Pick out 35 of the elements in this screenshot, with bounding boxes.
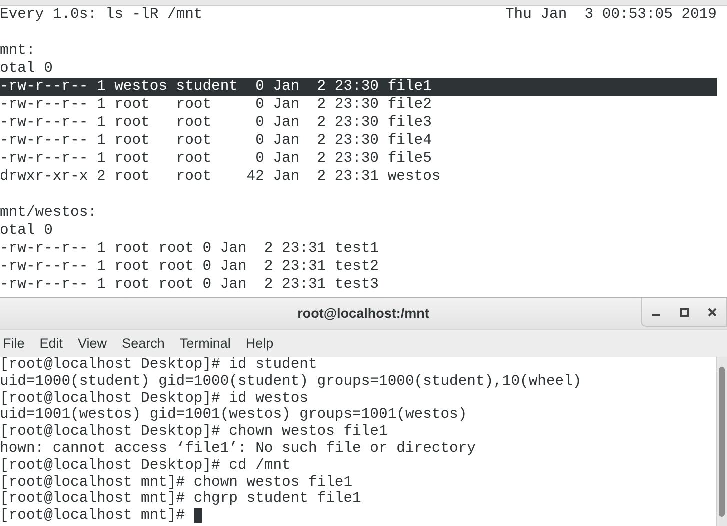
output-line: -rw-r--r-- 1 root root 0 Jan 2 23:31 test3 (0, 276, 379, 294)
output-line: -rw-r--r-- 1 root root 0 Jan 2 23:30 file2 (0, 96, 432, 114)
output-line: uid=1001(westos) gid=1001(westos) groups=1001(westos) (0, 407, 468, 424)
output-line: [root@localhost Desktop]# cd /mnt (0, 458, 291, 475)
output-line: -rw-r--r-- 1 root root 0 Jan 2 23:31 test1 (0, 240, 379, 258)
output-line: [root@localhost Desktop]# chown westos file1 (0, 424, 388, 441)
window-title: root@localhost:/mnt (298, 306, 430, 321)
output-line: -rw-r--r-- 1 root root 0 Jan 2 23:30 file4 (0, 132, 432, 150)
close-icon (708, 308, 716, 316)
menu-item[interactable]: Help (242, 336, 282, 351)
menu-item[interactable]: Terminal (176, 336, 239, 351)
output-line: [root@localhost mnt]# chgrp student file1 (0, 491, 362, 508)
menu-item[interactable]: File (0, 336, 33, 351)
output-line: otal 0 (0, 60, 53, 78)
output-line: [root@localhost mnt]# (0, 508, 186, 525)
cursor (194, 508, 202, 524)
output-line: -rw-r--r-- 1 root root 0 Jan 2 23:31 test2 (0, 258, 379, 276)
clock: Thu Jan 3 00:53:05 2019 (505, 6, 717, 24)
output-line: hown: cannot access ‘file1’: No such file or directory (0, 440, 476, 458)
watch-command: Every 1.0s: ls -lR /mnt (0, 6, 203, 24)
output-line: mnt/westos: (0, 204, 97, 222)
output-line: uid=1000(student) gid=1000(student) groups=1000(student),10(wheel) (0, 374, 582, 391)
output-line: mnt: (0, 42, 36, 60)
output-line: [root@localhost mnt]# chown westos file1 (0, 474, 353, 491)
output-line: [root@localhost Desktop]# id westos (0, 390, 308, 407)
output-line: -rw-r--r-- 1 root root 0 Jan 2 23:30 file5 (0, 150, 432, 168)
menu-item[interactable]: View (75, 336, 116, 351)
output-line: drwxr-xr-x 2 root root 42 Jan 2 23:31 westos (0, 168, 441, 186)
menu-item[interactable]: Edit (36, 336, 72, 351)
menu-item[interactable]: Search (119, 336, 173, 351)
maximize-icon (680, 308, 688, 316)
output-line: otal 0 (0, 222, 53, 240)
output-line: -rw-r--r-- 1 root root 0 Jan 2 23:30 file3 (0, 114, 432, 132)
scrollbar[interactable] (716, 357, 727, 526)
output-line: [root@localhost Desktop]# id student (0, 357, 318, 374)
